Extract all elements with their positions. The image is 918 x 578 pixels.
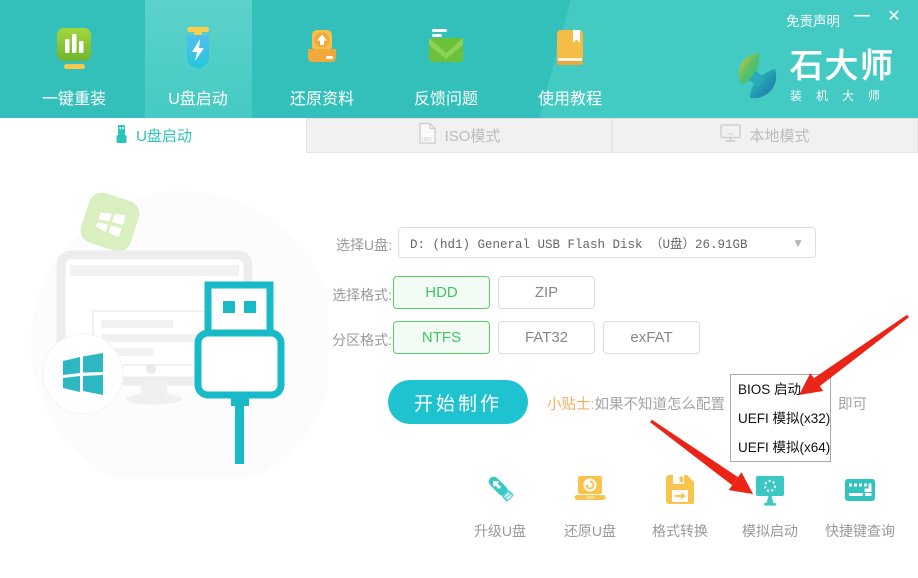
floppy-disk-icon: [662, 472, 698, 513]
tool-label: 模拟启动: [742, 521, 798, 541]
partition-option-exfat[interactable]: exFAT: [603, 321, 700, 354]
tip-prefix: 小贴士:: [547, 397, 595, 413]
svg-text:ISO: ISO: [422, 137, 432, 143]
restore-upload-icon: [300, 25, 344, 76]
format-option-hdd[interactable]: HDD: [393, 276, 490, 309]
tool-simulate-boot[interactable]: 模拟启动: [725, 472, 815, 541]
format-select-label: 选择格式:: [330, 285, 392, 305]
tool-upgrade-usb[interactable]: 升级U盘: [455, 472, 545, 541]
tab-usb-boot[interactable]: U盘启动: [0, 118, 306, 153]
nav-item-label: 还原资料: [290, 85, 354, 109]
brand-logo: 石大师 装机大师: [733, 47, 895, 110]
tab-label: U盘启动: [136, 125, 192, 146]
header-bar: 一键重装 U盘启动: [0, 0, 918, 118]
tool-label: 还原U盘: [564, 521, 616, 541]
brand-logo-icon: [733, 47, 781, 110]
usb-stick-icon: [482, 472, 518, 513]
monitor-boot-icon: [752, 472, 788, 513]
boot-mode-popup-menu: BIOS 启动 UEFI 模拟(x32) UEFI 模拟(x64): [730, 374, 831, 462]
tool-label: 快捷键查询: [825, 521, 895, 541]
app-window: 一键重装 U盘启动: [0, 0, 918, 578]
iso-file-icon: ISO: [418, 122, 437, 149]
tool-label: 格式转换: [652, 521, 708, 541]
partition-option-ntfs[interactable]: NTFS: [393, 321, 490, 354]
tip-body: 如果不知道怎么配置: [595, 397, 726, 413]
book-icon: [548, 25, 592, 76]
mail-icon: [424, 25, 468, 76]
brand-subtitle: 装机大师: [790, 87, 895, 104]
menu-item-uefi-x64[interactable]: UEFI 模拟(x64): [738, 440, 830, 455]
usb-select-dropdown[interactable]: D: (hd1) General USB Flash Disk （U盘）26.9…: [398, 227, 816, 258]
bar-chart-icon: [52, 25, 96, 76]
minimize-button[interactable]: —: [850, 4, 874, 28]
tool-label: 升级U盘: [474, 521, 526, 541]
nav-item-label: 反馈问题: [414, 85, 478, 109]
tab-label: ISO模式: [445, 125, 501, 146]
tip-text: 小贴士:如果不知道怎么配置: [547, 393, 725, 414]
tool-hotkey-lookup[interactable]: 快捷键查询: [815, 472, 905, 541]
nav-item-label: U盘启动: [168, 85, 228, 109]
chevron-down-icon: ▼: [792, 236, 804, 250]
monitor-icon: [720, 124, 741, 147]
nav-item-restore-data[interactable]: 还原资料: [269, 0, 376, 118]
tool-format-convert[interactable]: 格式转换: [635, 472, 725, 541]
usb-shield-icon: [176, 25, 220, 76]
usb-drive-icon: [114, 124, 128, 148]
tab-label: 本地模式: [749, 125, 809, 146]
brand-text: 石大师 装机大师: [790, 47, 895, 104]
nav-item-usb-boot[interactable]: U盘启动: [145, 0, 252, 118]
tab-iso-mode[interactable]: ISO ISO模式: [306, 118, 612, 153]
usb-computer-illustration: [28, 178, 328, 483]
nav-item-tutorial[interactable]: 使用教程: [517, 0, 624, 118]
usb-select-value: D: (hd1) General USB Flash Disk （U盘）26.9…: [410, 233, 792, 252]
format-option-zip[interactable]: ZIP: [498, 276, 595, 309]
main-nav: 一键重装 U盘启动: [12, 0, 632, 118]
bottom-toolbar: 升级U盘 还原U盘: [455, 472, 905, 541]
mode-tabs: U盘启动 ISO ISO模式 本地模式: [0, 118, 918, 153]
nav-item-label: 使用教程: [538, 85, 602, 109]
menu-item-bios-boot[interactable]: BIOS 启动: [738, 382, 830, 397]
start-create-button[interactable]: 开始制作: [388, 380, 528, 424]
brand-name: 石大师: [790, 47, 895, 84]
menu-item-uefi-x32[interactable]: UEFI 模拟(x32): [738, 411, 830, 426]
tip-suffix: 即可: [838, 393, 867, 414]
keyboard-icon: [842, 472, 878, 513]
tool-restore-usb[interactable]: 还原U盘: [545, 472, 635, 541]
usb-select-label: 选择U盘:: [330, 235, 392, 255]
nav-item-feedback[interactable]: 反馈问题: [393, 0, 500, 118]
nav-item-label: 一键重装: [42, 85, 106, 109]
nav-item-reinstall[interactable]: 一键重装: [21, 0, 128, 118]
tab-local-mode[interactable]: 本地模式: [612, 118, 918, 153]
partition-format-label: 分区格式:: [330, 330, 392, 350]
laptop-restore-icon: [572, 472, 608, 513]
disclaimer-link[interactable]: 免责声明: [786, 10, 840, 30]
partition-option-fat32[interactable]: FAT32: [498, 321, 595, 354]
close-button[interactable]: ✕: [882, 4, 906, 28]
